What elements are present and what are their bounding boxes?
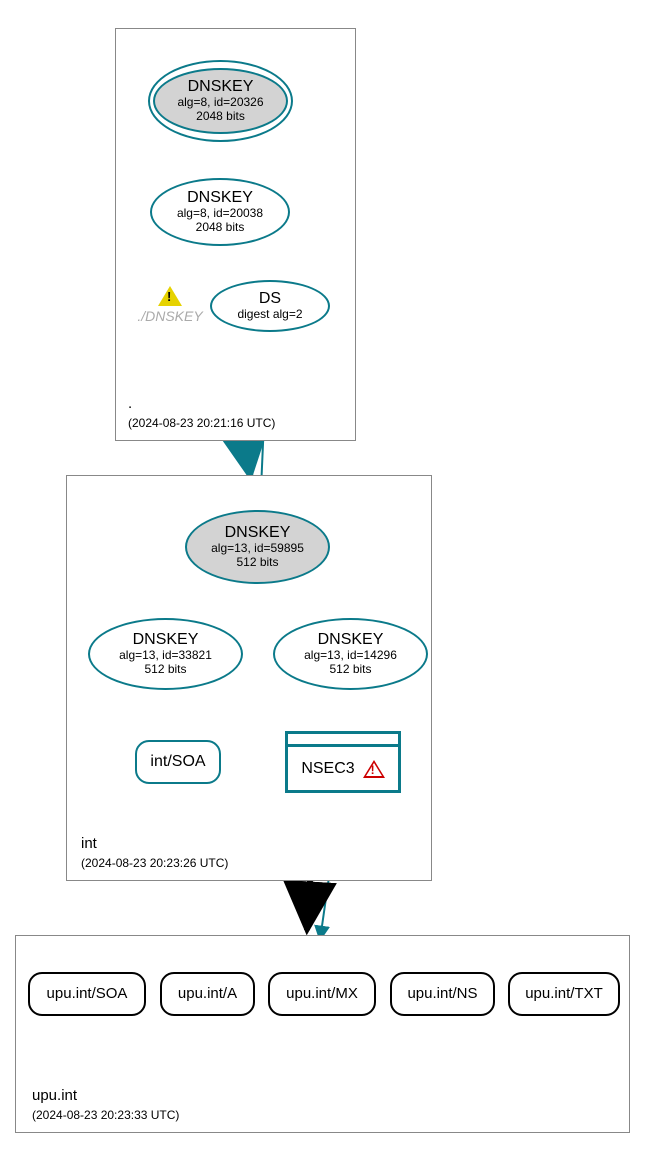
node-int-zsk2: DNSKEY alg=13, id=14296 512 bits <box>273 618 428 690</box>
node-root-zsk: DNSKEY alg=8, id=20038 2048 bits <box>150 178 290 246</box>
error-icon <box>363 760 385 778</box>
node-root-warning: ./DNSKEY <box>130 286 210 324</box>
node-upu-mx: upu.int/MX <box>268 972 376 1016</box>
node-root-zsk-l2: alg=8, id=20038 <box>177 207 263 221</box>
node-root-ds-title: DS <box>259 290 281 308</box>
node-int-zsk1-l2: alg=13, id=33821 <box>119 649 212 663</box>
node-int-ksk: DNSKEY alg=13, id=59895 512 bits <box>185 510 330 584</box>
zone-upu: upu.int (2024-08-23 20:23:33 UTC) <box>15 935 630 1133</box>
node-root-ksk-title: DNSKEY <box>188 78 254 96</box>
zone-upu-time: (2024-08-23 20:23:33 UTC) <box>32 1108 179 1122</box>
warning-icon <box>158 286 182 306</box>
node-upu-txt-label: upu.int/TXT <box>525 985 603 1002</box>
node-upu-mx-label: upu.int/MX <box>286 985 358 1002</box>
node-int-nsec3-label: NSEC3 <box>301 760 354 778</box>
zone-int-time: (2024-08-23 20:23:26 UTC) <box>81 856 228 870</box>
node-int-ksk-l3: 512 bits <box>236 556 278 570</box>
zone-int-label: int <box>81 835 97 852</box>
zone-upu-label: upu.int <box>32 1087 77 1104</box>
node-int-zsk2-l2: alg=13, id=14296 <box>304 649 397 663</box>
node-int-zsk1-title: DNSKEY <box>133 631 199 649</box>
node-root-ksk-l2: alg=8, id=20326 <box>177 96 263 110</box>
node-upu-a: upu.int/A <box>160 972 255 1016</box>
node-int-ksk-l2: alg=13, id=59895 <box>211 542 304 556</box>
node-int-zsk2-l3: 512 bits <box>329 663 371 677</box>
node-upu-soa-label: upu.int/SOA <box>47 985 128 1002</box>
node-root-ds-l2: digest alg=2 <box>237 308 302 322</box>
node-upu-ns-label: upu.int/NS <box>407 985 477 1002</box>
node-int-nsec3: NSEC3 <box>285 731 401 793</box>
node-int-soa: int/SOA <box>135 740 221 784</box>
node-root-ds: DS digest alg=2 <box>210 280 330 332</box>
node-int-ksk-title: DNSKEY <box>225 524 291 542</box>
node-int-soa-label: int/SOA <box>150 753 205 771</box>
node-root-zsk-l3: 2048 bits <box>196 221 245 235</box>
node-int-zsk1: DNSKEY alg=13, id=33821 512 bits <box>88 618 243 690</box>
node-upu-ns: upu.int/NS <box>390 972 495 1016</box>
zone-root-time: (2024-08-23 20:21:16 UTC) <box>128 416 275 430</box>
node-root-zsk-title: DNSKEY <box>187 189 253 207</box>
node-root-warning-label: ./DNSKEY <box>137 308 202 324</box>
node-root-ksk-l3: 2048 bits <box>196 110 245 124</box>
node-upu-a-label: upu.int/A <box>178 985 237 1002</box>
node-root-ksk: DNSKEY alg=8, id=20326 2048 bits <box>148 60 293 142</box>
node-upu-soa: upu.int/SOA <box>28 972 146 1016</box>
node-upu-txt: upu.int/TXT <box>508 972 620 1016</box>
node-int-zsk1-l3: 512 bits <box>144 663 186 677</box>
node-int-zsk2-title: DNSKEY <box>318 631 384 649</box>
zone-root-label: . <box>128 395 132 412</box>
